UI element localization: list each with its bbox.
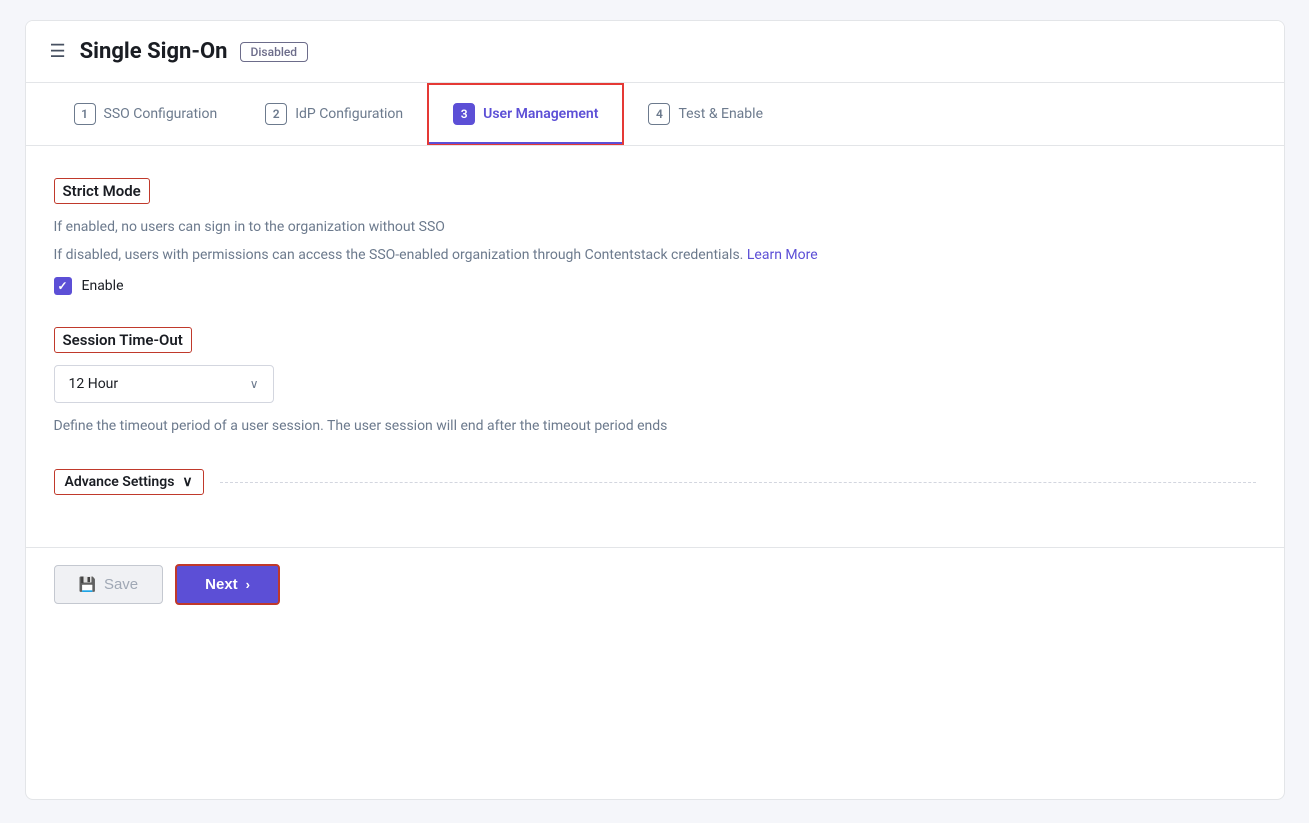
tab-number-3: 3	[453, 103, 475, 125]
tab-test-enable[interactable]: 4 Test & Enable	[624, 85, 787, 143]
session-timeout-dropdown[interactable]: 12 Hour ∨	[54, 365, 274, 403]
enable-checkbox-row: ✓ Enable	[54, 277, 1256, 295]
status-badge: Disabled	[240, 42, 309, 62]
chevron-down-icon: ∨	[250, 377, 259, 391]
footer-actions: 💾 Save Next ›	[26, 547, 1284, 621]
session-timeout-title: Session Time-Out	[54, 327, 192, 353]
strict-mode-title: Strict Mode	[54, 178, 150, 204]
main-container: ☰ Single Sign-On Disabled 1 SSO Configur…	[25, 20, 1285, 800]
tab-sso-config[interactable]: 1 SSO Configuration	[50, 85, 242, 143]
tabs-bar: 1 SSO Configuration 2 IdP Configuration …	[26, 83, 1284, 146]
enable-checkbox[interactable]: ✓	[54, 277, 72, 295]
tab-label-idp: IdP Configuration	[295, 106, 403, 122]
next-label: Next	[205, 576, 238, 593]
tab-number-1: 1	[74, 103, 96, 125]
advance-settings-chevron-icon: ∨	[182, 474, 192, 490]
checkmark-icon: ✓	[57, 279, 67, 293]
tab-label-user: User Management	[483, 106, 598, 122]
save-button[interactable]: 💾 Save	[54, 565, 164, 604]
advance-settings-button[interactable]: Advance Settings ∨	[54, 469, 204, 495]
dashed-divider	[220, 482, 1256, 483]
page-title: Single Sign-On	[80, 39, 228, 64]
next-button[interactable]: Next ›	[175, 564, 280, 605]
strict-mode-desc2: If disabled, users with permissions can …	[54, 244, 1256, 266]
dropdown-value: 12 Hour	[69, 376, 119, 392]
session-timeout-section: Session Time-Out 12 Hour ∨ Define the ti…	[54, 327, 1256, 437]
tab-label-test: Test & Enable	[678, 106, 763, 122]
learn-more-link[interactable]: Learn More	[747, 247, 818, 263]
tab-user-mgmt[interactable]: 3 User Management	[427, 83, 624, 145]
advance-settings-label: Advance Settings	[65, 474, 175, 490]
header: ☰ Single Sign-On Disabled	[26, 21, 1284, 83]
hamburger-icon[interactable]: ☰	[50, 41, 66, 62]
tab-idp-config[interactable]: 2 IdP Configuration	[241, 85, 427, 143]
save-icon: 💾	[79, 576, 96, 593]
strict-mode-desc1: If enabled, no users can sign in to the …	[54, 216, 1256, 238]
enable-label: Enable	[82, 278, 124, 294]
tab-number-4: 4	[648, 103, 670, 125]
advance-settings-row: Advance Settings ∨	[54, 469, 1256, 495]
tab-number-2: 2	[265, 103, 287, 125]
strict-mode-section: Strict Mode If enabled, no users can sig…	[54, 178, 1256, 295]
chevron-right-icon: ›	[246, 577, 250, 592]
tab-label-sso: SSO Configuration	[104, 106, 218, 122]
save-label: Save	[104, 576, 138, 593]
session-timeout-desc: Define the timeout period of a user sess…	[54, 415, 1256, 437]
content-area: Strict Mode If enabled, no users can sig…	[26, 146, 1284, 547]
